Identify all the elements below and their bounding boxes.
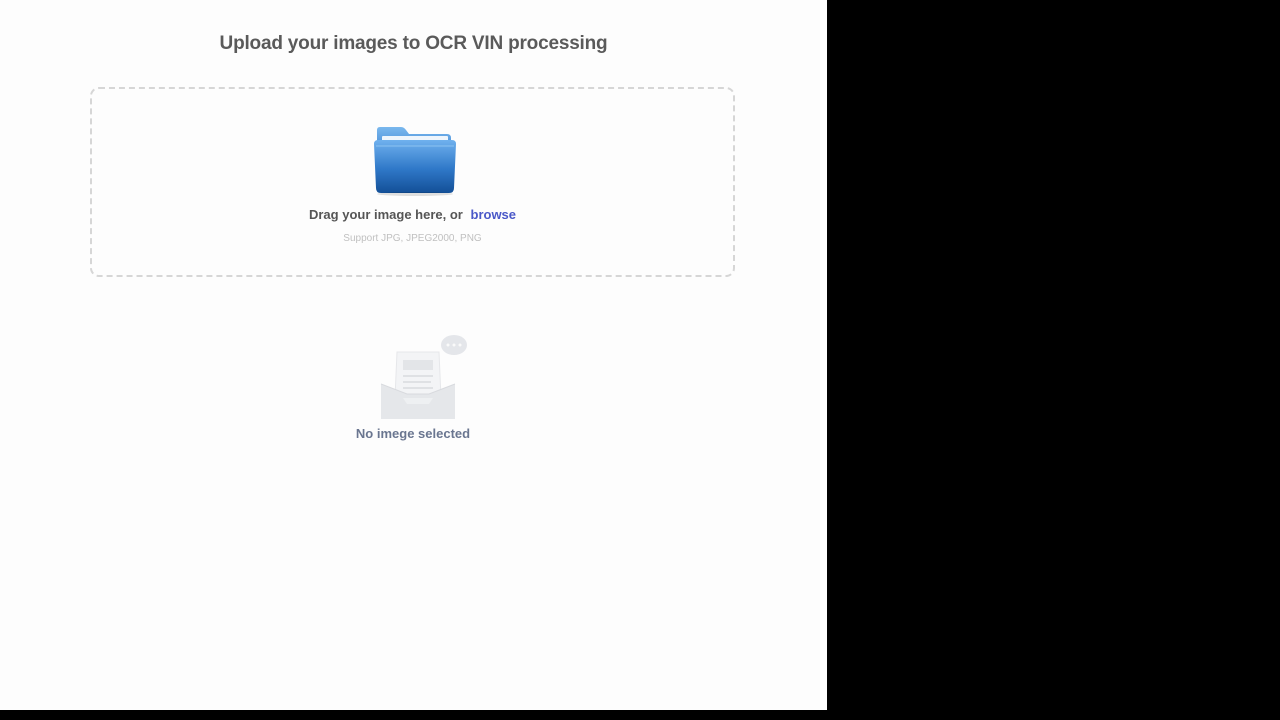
drag-instruction: Drag your image here, or browse	[92, 207, 733, 222]
browse-link[interactable]: browse	[471, 207, 517, 222]
folder-icon	[374, 127, 456, 196]
empty-inbox-icon	[380, 335, 467, 419]
drag-text: Drag your image here, or	[308, 207, 463, 222]
supported-formats-text: Support JPG, JPEG2000, PNG	[343, 233, 482, 244]
app-panel: Upload your images to OCR VIN processing	[0, 0, 827, 710]
empty-state: No imege selected	[313, 332, 513, 452]
empty-state-label: No imege selected	[355, 426, 471, 441]
image-dropzone[interactable]: Drag your image here, or browse Support …	[90, 87, 735, 277]
page-title: Upload your images to OCR VIN processing	[219, 33, 608, 54]
